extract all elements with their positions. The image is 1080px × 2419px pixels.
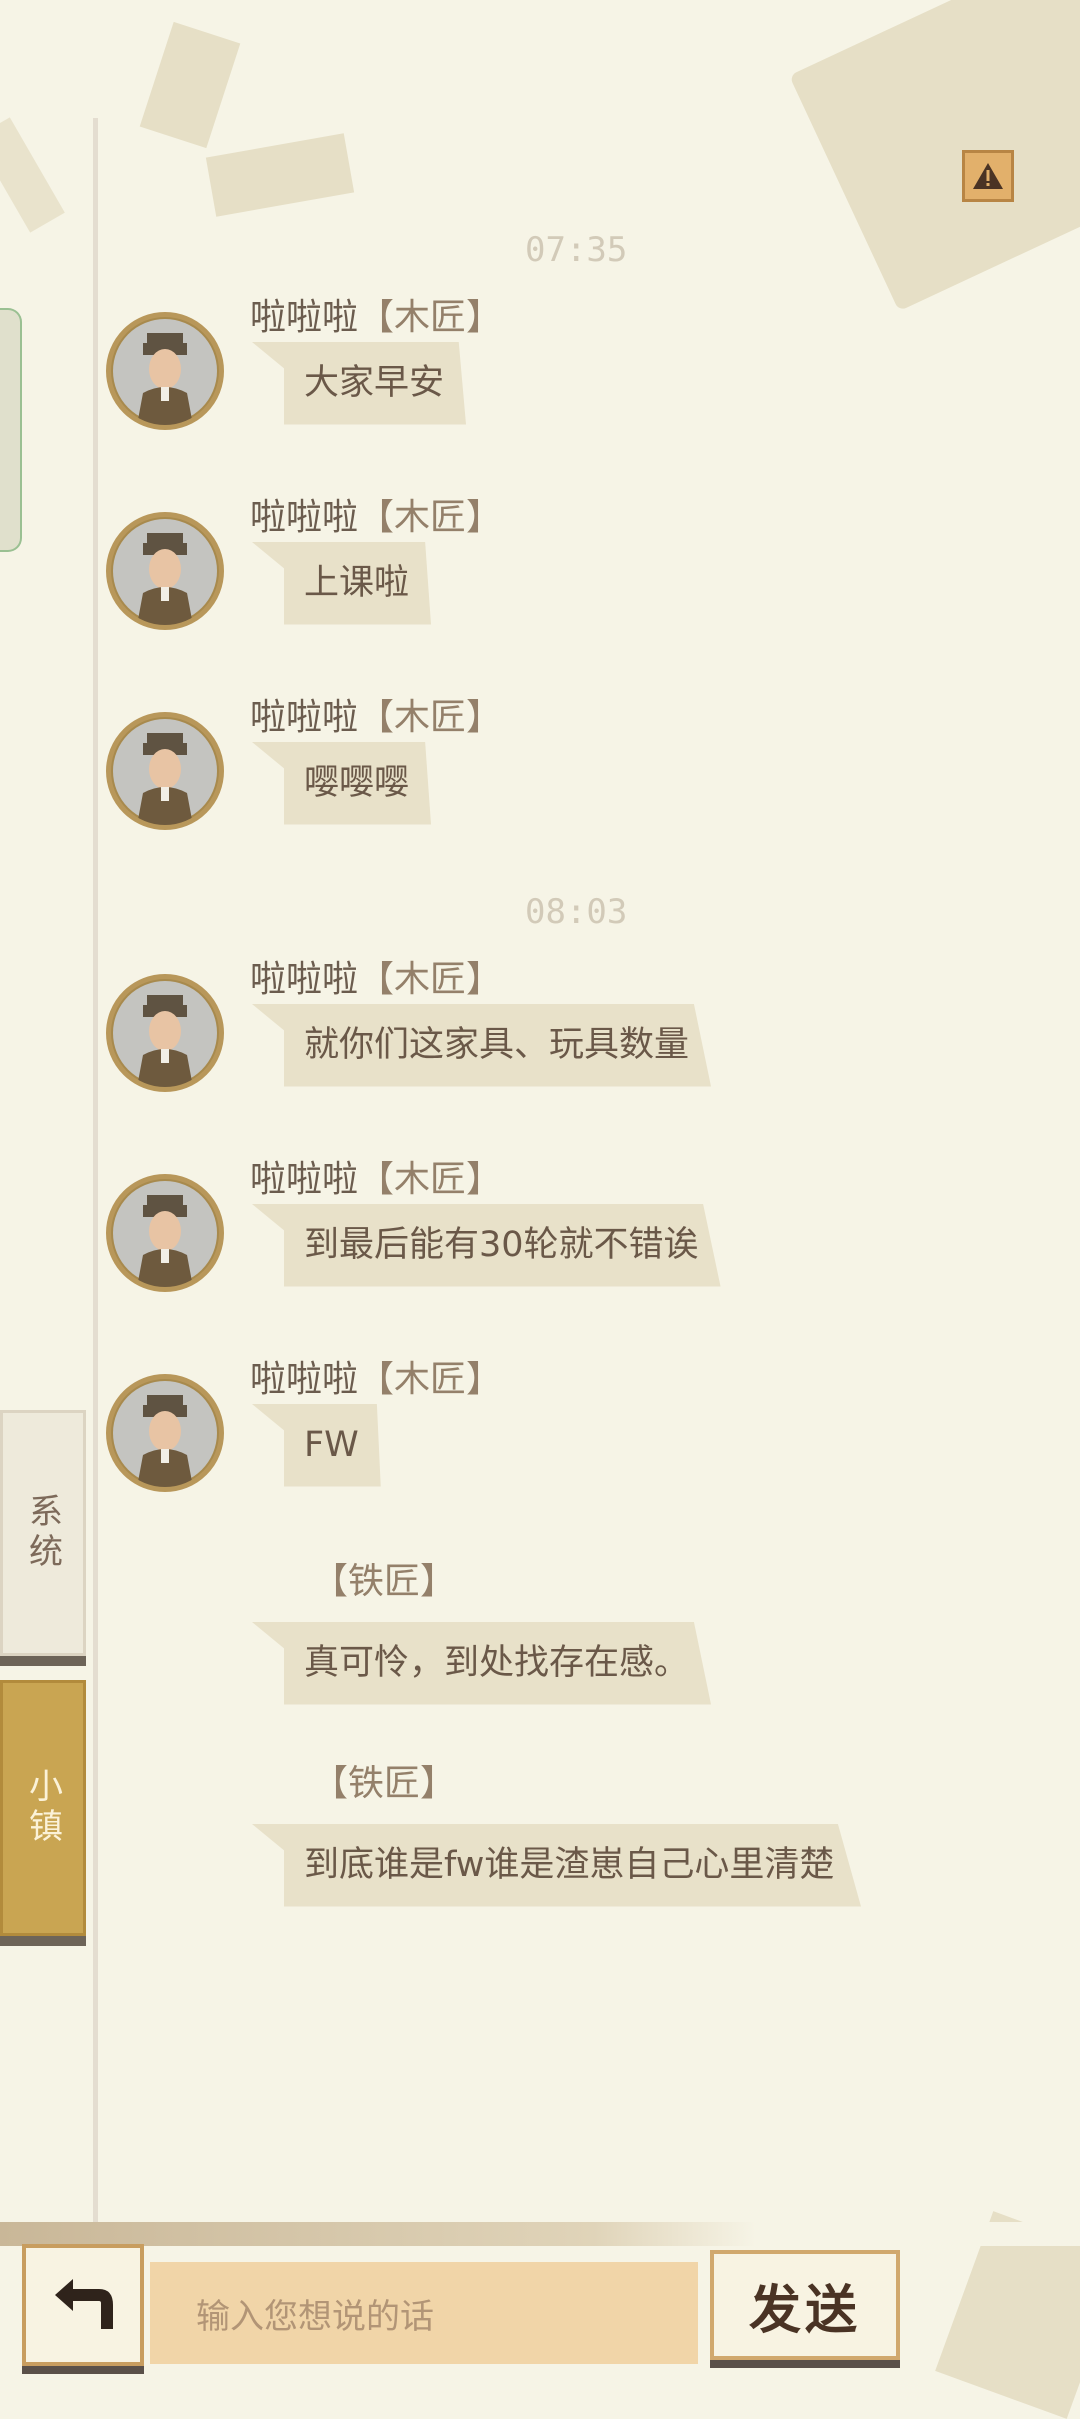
bubble-tail bbox=[252, 542, 286, 570]
sender-role: 【木匠】 bbox=[358, 959, 503, 1000]
bg-decoration bbox=[205, 133, 355, 217]
warning-triangle-icon bbox=[973, 163, 1003, 189]
sender-name: 啦啦啦【木匠】 bbox=[250, 950, 502, 1002]
sender-role: 【铁匠】 bbox=[312, 1763, 457, 1804]
message-bubble: 真可怜，到处找存在感。 bbox=[284, 1622, 712, 1705]
bubble-tail bbox=[252, 1824, 286, 1852]
sender-name: 【铁匠】 bbox=[312, 1552, 456, 1604]
tab-town[interactable]: 小镇 bbox=[0, 1680, 86, 1936]
soldier-avatar[interactable] bbox=[106, 512, 224, 630]
sender-role: 【铁匠】 bbox=[312, 1561, 457, 1602]
soldier-avatar[interactable] bbox=[106, 1174, 224, 1292]
message-bubble: FW bbox=[284, 1404, 381, 1487]
sender-nickname: 啦啦啦 bbox=[250, 297, 359, 338]
message-bubble: 上课啦 bbox=[284, 542, 432, 625]
soldier-avatar[interactable] bbox=[106, 974, 224, 1092]
sender-nickname: 啦啦啦 bbox=[250, 697, 359, 738]
message-bubble: 大家早安 bbox=[284, 342, 467, 425]
send-button-label: 发送 bbox=[748, 2279, 861, 2341]
sender-role: 【木匠】 bbox=[358, 1159, 503, 1200]
bubble-tail bbox=[252, 1404, 286, 1432]
bg-decoration bbox=[0, 117, 65, 233]
bubble-tail bbox=[252, 1204, 286, 1232]
back-arrow-icon bbox=[55, 2279, 113, 2329]
soldier-avatar[interactable] bbox=[106, 712, 224, 830]
bubble-tail bbox=[252, 1004, 286, 1032]
soldier-avatar[interactable] bbox=[106, 1374, 224, 1492]
soldier-avatar[interactable] bbox=[106, 312, 224, 430]
timestamp: 07:35 bbox=[525, 230, 628, 270]
message-bubble: 到底谁是fw谁是渣崽自己心里清楚 bbox=[284, 1824, 861, 1907]
sender-nickname: 啦啦啦 bbox=[250, 1159, 359, 1200]
sender-role: 【木匠】 bbox=[358, 697, 503, 738]
sender-name: 啦啦啦【木匠】 bbox=[250, 288, 502, 340]
chat-divider-line bbox=[93, 118, 98, 2228]
bottom-divider bbox=[0, 2222, 1080, 2246]
left-panel-tab[interactable] bbox=[0, 308, 22, 552]
report-button[interactable] bbox=[962, 150, 1014, 202]
back-button[interactable] bbox=[22, 2244, 144, 2366]
bg-decoration bbox=[139, 21, 241, 149]
message-input-placeholder: 输入您想说的话 bbox=[196, 2296, 434, 2337]
timestamp: 08:03 bbox=[525, 892, 628, 932]
bubble-tail bbox=[252, 342, 286, 370]
message-bubble: 到最后能有30轮就不错诶 bbox=[284, 1204, 721, 1287]
sender-name: 啦啦啦【木匠】 bbox=[250, 488, 502, 540]
message-bubble: 嘤嘤嘤 bbox=[284, 742, 432, 825]
sender-name: 啦啦啦【木匠】 bbox=[250, 1350, 502, 1402]
sender-nickname: 啦啦啦 bbox=[250, 1359, 359, 1400]
bubble-tail bbox=[252, 742, 286, 770]
tab-town-label: 小镇 bbox=[22, 1768, 63, 1848]
sender-nickname: 啦啦啦 bbox=[250, 959, 359, 1000]
sender-name: 【铁匠】 bbox=[312, 1754, 456, 1806]
bubble-tail bbox=[252, 1622, 286, 1650]
sender-name: 啦啦啦【木匠】 bbox=[250, 688, 502, 740]
send-button[interactable]: 发送 bbox=[710, 2250, 900, 2360]
sender-role: 【木匠】 bbox=[358, 497, 503, 538]
sender-role: 【木匠】 bbox=[358, 297, 503, 338]
sender-nickname: 啦啦啦 bbox=[250, 497, 359, 538]
bg-decoration bbox=[789, 0, 1080, 312]
tab-system[interactable]: 系统 bbox=[0, 1410, 86, 1656]
sender-name: 啦啦啦【木匠】 bbox=[250, 1150, 502, 1202]
tab-system-label: 系统 bbox=[22, 1493, 63, 1573]
message-bubble: 就你们这家具、玩具数量 bbox=[284, 1004, 712, 1087]
message-input[interactable]: 输入您想说的话 bbox=[150, 2262, 698, 2364]
sender-role: 【木匠】 bbox=[358, 1359, 503, 1400]
